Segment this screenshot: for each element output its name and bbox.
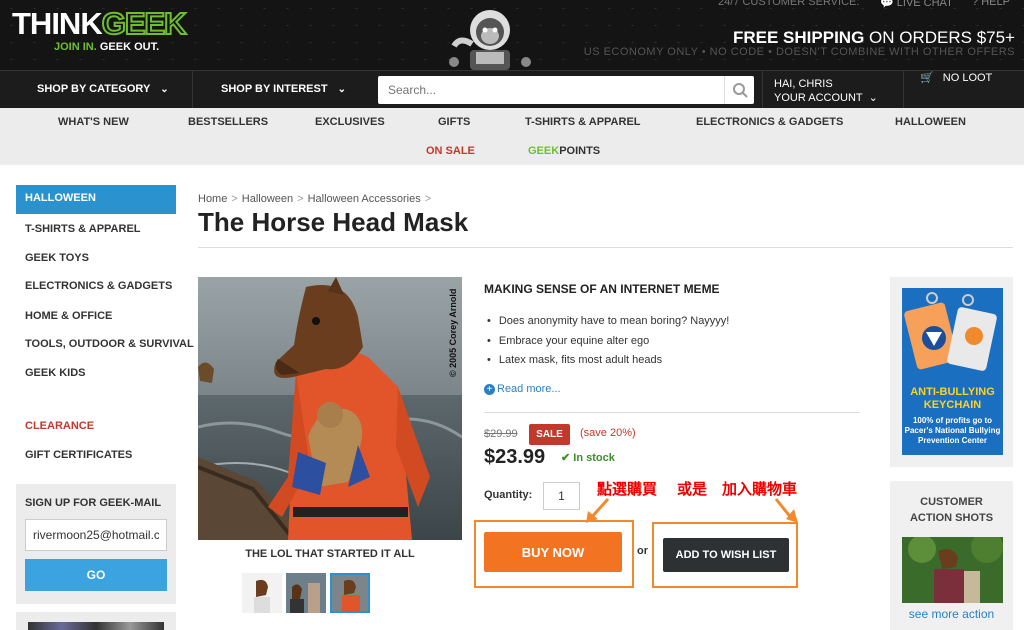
monkey-mascot-icon — [449, 10, 531, 70]
sidebar-item-electronics[interactable]: ELECTRONICS & GADGETS — [25, 280, 185, 292]
action-shots-heading: CUSTOMER ACTION SHOTS — [909, 496, 994, 524]
chevron-down-icon: ⌄ — [868, 92, 878, 104]
breadcrumb: Home > Halloween > Halloween Accessories > — [198, 193, 432, 205]
signup-label: SIGN UP FOR GEEK-MAIL — [25, 497, 162, 509]
read-more-link[interactable]: + Read more... — [484, 383, 561, 395]
product-subhead: MAKING SENSE OF AN INTERNET MEME — [484, 282, 720, 296]
sidebar-item-halloween[interactable]: HALLOWEEN — [16, 185, 176, 214]
thumbnail-3-selected[interactable] — [330, 573, 370, 613]
product-image[interactable]: © 2005 Corey Arnold — [198, 277, 462, 540]
chevron-down-icon: ⌄ — [337, 84, 346, 95]
cat-whats-new[interactable]: WHAT'S NEW — [58, 116, 129, 128]
sidebar-item-geek-toys[interactable]: GEEK TOYS — [25, 252, 185, 264]
action-shot-image[interactable] — [902, 537, 1003, 603]
sale-badge: SALE — [529, 424, 570, 445]
quantity-field[interactable] — [543, 482, 580, 510]
or-label: or — [637, 545, 648, 557]
breadcrumb-home[interactable]: Home — [198, 193, 227, 205]
check-icon: ✔ — [561, 452, 574, 464]
category-bar: WHAT'S NEW BESTSELLERS EXCLUSIVES GIFTS … — [0, 108, 1024, 165]
sale-price: $23.99 — [484, 446, 546, 468]
info-divider — [484, 412, 860, 413]
list-item: Does anonymity have to mean boring? Nayy… — [484, 312, 730, 332]
site-logo[interactable]: THINKGEEK — [12, 5, 188, 42]
thumbnail-1[interactable] — [242, 573, 282, 613]
sidebar-item-geek-kids[interactable]: GEEK KIDS — [25, 367, 185, 379]
photo-credit: © 2005 Corey Arnold — [448, 289, 458, 377]
original-price: $29.99 — [484, 428, 518, 440]
help-circle-icon: ? — [972, 0, 982, 8]
add-to-wish-list-button[interactable]: ADD TO WISH LIST — [663, 538, 789, 572]
buy-now-button[interactable]: BUY NOW — [484, 532, 622, 572]
keychain-ad[interactable]: ANTI-BULLYING KEYCHAIN 100% of profits g… — [890, 277, 1013, 467]
ad-title: ANTI-BULLYING KEYCHAIN — [910, 386, 995, 411]
stock-status: ✔ In stock — [561, 452, 615, 464]
cat-tshirts[interactable]: T-SHIRTS & APPAREL — [525, 116, 641, 128]
nav-divider — [192, 71, 193, 108]
keychain-icon — [904, 292, 997, 371]
chevron-down-icon: ⌄ — [160, 84, 169, 95]
title-divider — [198, 247, 1013, 248]
horse-mask-photo: © 2005 Corey Arnold — [198, 277, 462, 540]
promo-image — [28, 622, 164, 630]
chat-bubble-icon: 💬 — [880, 0, 897, 9]
nav-divider — [762, 71, 763, 108]
site-tagline: JOIN IN. GEEK OUT. — [54, 41, 160, 53]
page-title: The Horse Head Mask — [198, 207, 469, 237]
nav-divider — [903, 71, 904, 108]
shop-by-category-dropdown[interactable]: SHOP BY CATEGORY ⌄ — [37, 71, 169, 108]
customer-action-shots: CUSTOMER ACTION SHOTS see more action — [890, 481, 1013, 630]
sidebar-promo[interactable] — [16, 612, 176, 630]
site-header: THINKGEEK JOIN IN. GEEK OUT. 24/7 CUSTOM… — [0, 0, 1024, 70]
live-chat-link[interactable]: 💬 LIVE CHAT — [880, 0, 953, 9]
cat-exclusives[interactable]: EXCLUSIVES — [315, 116, 385, 128]
search-icon — [733, 83, 748, 98]
savings-text: (save 20%) — [580, 427, 636, 439]
sidebar-item-gift-certificates[interactable]: GIFT CERTIFICATES — [25, 449, 185, 461]
email-field[interactable] — [25, 519, 167, 551]
see-more-action-link[interactable]: see more action — [890, 607, 1013, 621]
quantity-label: Quantity: — [484, 489, 533, 501]
search-button[interactable] — [724, 76, 754, 104]
list-item: Latex mask, fits most adult heads — [484, 351, 729, 371]
cart-button[interactable]: 🛒 NO LOOT — [920, 71, 992, 84]
cat-geek-points[interactable]: GEEKPOINTS — [528, 145, 600, 157]
sidebar-item-tools[interactable]: TOOLS, OUTDOOR & SURVIVAL — [25, 338, 197, 350]
account-menu[interactable]: HAI, CHRIS YOUR ACCOUNT ⌄ — [774, 77, 878, 105]
action-shot-photo — [902, 537, 1003, 603]
customer-service-label: 24/7 CUSTOMER SERVICE: — [718, 0, 860, 8]
search-input[interactable] — [378, 76, 724, 104]
signup-go-button[interactable]: GO — [25, 559, 167, 591]
newsletter-signup: SIGN UP FOR GEEK-MAIL GO — [16, 484, 176, 604]
sidebar-item-tshirts[interactable]: T-SHIRTS & APPAREL — [25, 223, 185, 235]
cat-bestsellers[interactable]: BESTSELLERS — [188, 116, 268, 128]
shop-by-interest-dropdown[interactable]: SHOP BY INTEREST ⌄ — [221, 71, 346, 108]
cart-icon: 🛒 — [920, 72, 934, 84]
thumbnail-image — [332, 575, 368, 611]
sidebar-item-home-office[interactable]: HOME & OFFICE — [25, 310, 185, 322]
cat-electronics[interactable]: ELECTRONICS & GADGETS — [696, 116, 843, 128]
breadcrumb-halloween[interactable]: Halloween — [242, 193, 293, 205]
annotation-arrow-right-icon — [774, 498, 798, 523]
thumbnail-image — [242, 573, 282, 613]
image-caption: THE LOL THAT STARTED IT ALL — [245, 548, 415, 560]
cat-halloween[interactable]: HALLOWEEN — [895, 116, 966, 128]
search-box — [378, 76, 754, 104]
sidebar-item-clearance[interactable]: CLEARANCE — [25, 420, 185, 432]
ad-banner: ANTI-BULLYING KEYCHAIN 100% of profits g… — [902, 288, 1003, 455]
feature-list: Does anonymity have to mean boring? Nayy… — [484, 312, 730, 371]
ad-subtitle: 100% of profits go to Pacer's National B… — [904, 416, 1001, 445]
cat-on-sale[interactable]: ON SALE — [426, 145, 475, 157]
cat-gifts[interactable]: GIFTS — [438, 116, 470, 128]
free-shipping-banner: FREE SHIPPING ON ORDERS $75+ — [732, 28, 1015, 47]
thumbnail-2[interactable] — [286, 573, 326, 613]
thumbnail-image — [286, 573, 326, 613]
main-nav: SHOP BY CATEGORY⌄ SHOP BY INTEREST⌄ HAI,… — [0, 70, 1024, 108]
annotation-or: 或是 — [677, 482, 708, 498]
list-item: Embrace your equine alter ego — [484, 332, 729, 352]
shipping-note: US ECONOMY ONLY • NO CODE • DOESN'T COMB… — [583, 46, 1015, 58]
plus-circle-icon: + — [484, 384, 495, 395]
help-link[interactable]: ? HELP — [972, 0, 1010, 8]
breadcrumb-halloween-accessories[interactable]: Halloween Accessories — [308, 193, 421, 205]
